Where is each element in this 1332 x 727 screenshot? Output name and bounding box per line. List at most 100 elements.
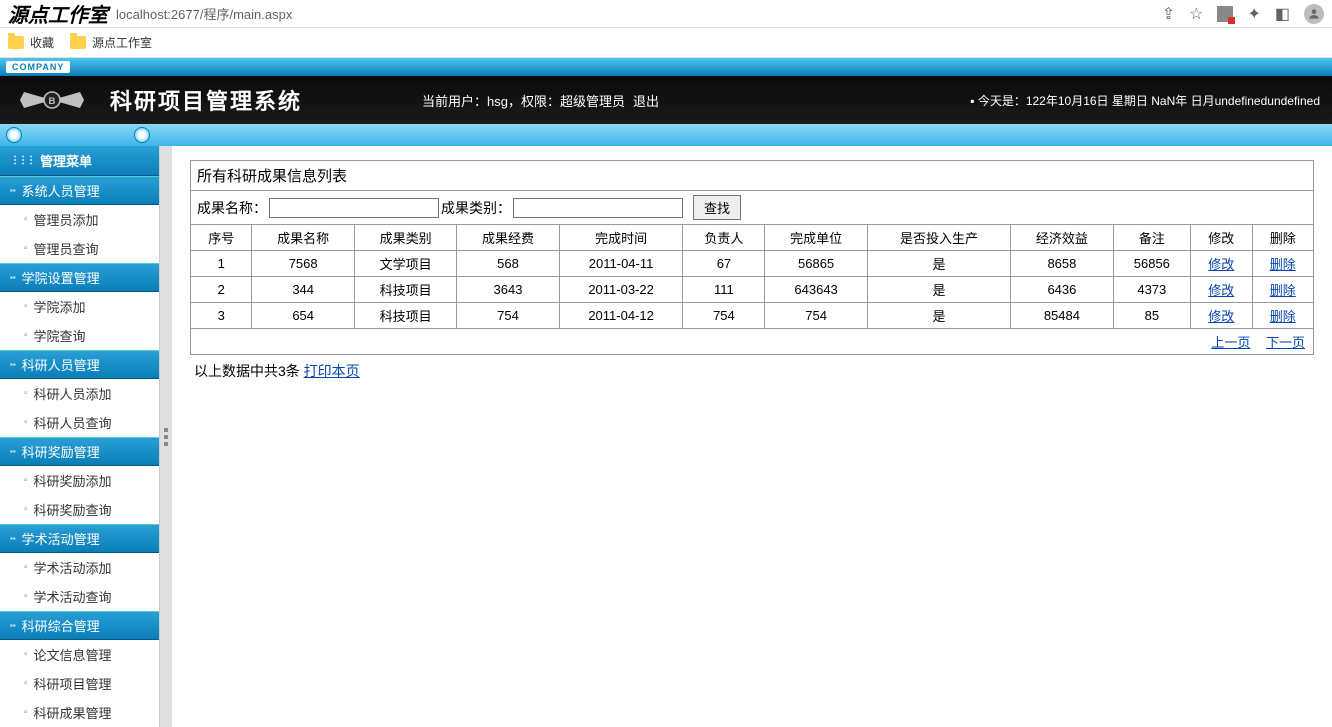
- column-header: 完成时间: [559, 225, 683, 251]
- column-header: 负责人: [683, 225, 765, 251]
- delete-link[interactable]: 删除: [1270, 283, 1296, 298]
- company-badge: COMPANY: [6, 61, 70, 73]
- column-header: 成果类别: [354, 225, 456, 251]
- menu-item-label: 科研人员添加: [34, 384, 112, 403]
- table-cell: 2011-04-12: [559, 303, 683, 329]
- table-cell: 85: [1113, 303, 1190, 329]
- menu-section-label: 学术活动管理: [22, 529, 100, 548]
- menu-header: 管理菜单: [0, 146, 159, 176]
- menu-section-label: 科研综合管理: [22, 616, 100, 635]
- delete-link[interactable]: 删除: [1270, 257, 1296, 272]
- search-name-label: 成果名称：: [197, 198, 267, 218]
- bookmarks-bar: 收藏 源点工作室: [0, 28, 1332, 58]
- edit-link[interactable]: 修改: [1208, 257, 1234, 272]
- bookmark-item[interactable]: 收藏: [8, 34, 54, 51]
- prev-page-link[interactable]: 上一页: [1211, 335, 1250, 350]
- search-button[interactable]: 查找: [693, 195, 741, 220]
- search-bar: 成果名称： 成果类别： 查找: [190, 190, 1314, 225]
- table-cell: 科技项目: [354, 277, 456, 303]
- menu-item[interactable]: 学术活动添加: [0, 553, 159, 582]
- menu-item-label: 论文信息管理: [34, 645, 112, 664]
- share-icon[interactable]: ⇪: [1162, 4, 1175, 24]
- table-row: 2344科技项目36432011-03-22111643643是64364373…: [191, 277, 1314, 303]
- table-cell: 修改: [1191, 277, 1252, 303]
- menu-section-label: 学院设置管理: [22, 268, 100, 287]
- menu-item[interactable]: 科研奖励添加: [0, 466, 159, 495]
- menu-section[interactable]: 科研奖励管理: [0, 437, 159, 466]
- menu-item-label: 学院添加: [34, 297, 86, 316]
- table-cell: 1: [191, 251, 252, 277]
- table-cell: 56856: [1113, 251, 1190, 277]
- browser-controls: ⇪ ☆ ✦ ◧: [1162, 4, 1324, 24]
- menu-item-label: 管理员查询: [34, 239, 99, 258]
- menu-section[interactable]: 学院设置管理: [0, 263, 159, 292]
- app-header: B 科研项目管理系统 当前用户：hsg，权限：超级管理员 退出 ▪ 今天是：12…: [0, 76, 1332, 124]
- menu-item[interactable]: 科研人员添加: [0, 379, 159, 408]
- column-header: 完成单位: [765, 225, 867, 251]
- table-cell: 是: [867, 277, 1010, 303]
- pager-row: 上一页 下一页: [191, 329, 1314, 355]
- table-cell: 643643: [765, 277, 867, 303]
- menu-section[interactable]: 科研人员管理: [0, 350, 159, 379]
- content-area: 所有科研成果信息列表 成果名称： 成果类别： 查找 序号成果名称成果类别成果经费…: [172, 146, 1332, 727]
- logout-link[interactable]: 退出: [633, 91, 659, 110]
- panel-icon[interactable]: ◧: [1275, 4, 1290, 24]
- table-cell: 568: [457, 251, 559, 277]
- menu-item[interactable]: 学院添加: [0, 292, 159, 321]
- table-cell: 修改: [1191, 251, 1252, 277]
- sidebar: 管理菜单 系统人员管理管理员添加管理员查询学院设置管理学院添加学院查询科研人员管…: [0, 146, 160, 727]
- menu-item[interactable]: 科研奖励查询: [0, 495, 159, 524]
- search-type-input[interactable]: [513, 198, 683, 218]
- folder-icon: [8, 36, 24, 49]
- table-cell: 是: [867, 303, 1010, 329]
- menu-item-label: 学术活动添加: [34, 558, 112, 577]
- folder-icon: [70, 36, 86, 49]
- bookmark-label: 收藏: [30, 34, 54, 51]
- profile-icon[interactable]: [1304, 4, 1324, 24]
- bookmark-item[interactable]: 源点工作室: [70, 34, 152, 51]
- extension-icon[interactable]: [1217, 6, 1233, 22]
- url-text[interactable]: localhost:2677/程序/main.aspx: [116, 4, 1162, 23]
- menu-section[interactable]: 科研综合管理: [0, 611, 159, 640]
- table-cell: 754: [765, 303, 867, 329]
- column-header: 成果经费: [457, 225, 559, 251]
- menu-item[interactable]: 学术活动查询: [0, 582, 159, 611]
- menu-section-label: 科研奖励管理: [22, 442, 100, 461]
- table-cell: 修改: [1191, 303, 1252, 329]
- menu-section[interactable]: 系统人员管理: [0, 176, 159, 205]
- header-date: ▪ 今天是：122年10月16日 星期日 NaN年 日月undefinedund…: [970, 92, 1320, 109]
- edit-link[interactable]: 修改: [1208, 283, 1234, 298]
- edit-link[interactable]: 修改: [1208, 309, 1234, 324]
- search-name-input[interactable]: [269, 198, 439, 218]
- star-icon[interactable]: ☆: [1189, 4, 1203, 24]
- next-page-link[interactable]: 下一页: [1266, 335, 1305, 350]
- menu-item[interactable]: 管理员查询: [0, 234, 159, 263]
- column-header: 经济效益: [1011, 225, 1113, 251]
- menu-item[interactable]: 学院查询: [0, 321, 159, 350]
- menu-item[interactable]: 科研人员查询: [0, 408, 159, 437]
- table-cell: 删除: [1252, 277, 1314, 303]
- menu-item[interactable]: 管理员添加: [0, 205, 159, 234]
- panel-title: 所有科研成果信息列表: [190, 160, 1314, 190]
- table-cell: 6436: [1011, 277, 1113, 303]
- delete-link[interactable]: 删除: [1270, 309, 1296, 324]
- table-cell: 654: [252, 303, 354, 329]
- table-cell: 85484: [1011, 303, 1113, 329]
- company-strip: COMPANY: [0, 58, 1332, 76]
- menu-item[interactable]: 科研项目管理: [0, 669, 159, 698]
- table-cell: 754: [683, 303, 765, 329]
- menu-item[interactable]: 论文信息管理: [0, 640, 159, 669]
- table-cell: 4373: [1113, 277, 1190, 303]
- column-header: 成果名称: [252, 225, 354, 251]
- table-cell: 3643: [457, 277, 559, 303]
- column-header: 修改: [1191, 225, 1252, 251]
- menu-section[interactable]: 学术活动管理: [0, 524, 159, 553]
- puzzle-icon[interactable]: ✦: [1247, 4, 1260, 24]
- table-cell: 111: [683, 277, 765, 303]
- print-link[interactable]: 打印本页: [304, 363, 360, 379]
- column-header: 备注: [1113, 225, 1190, 251]
- splitter[interactable]: [160, 146, 172, 727]
- bookmark-label: 源点工作室: [92, 34, 152, 51]
- menu-item-label: 科研奖励添加: [34, 471, 112, 490]
- menu-item[interactable]: 科研成果管理: [0, 698, 159, 727]
